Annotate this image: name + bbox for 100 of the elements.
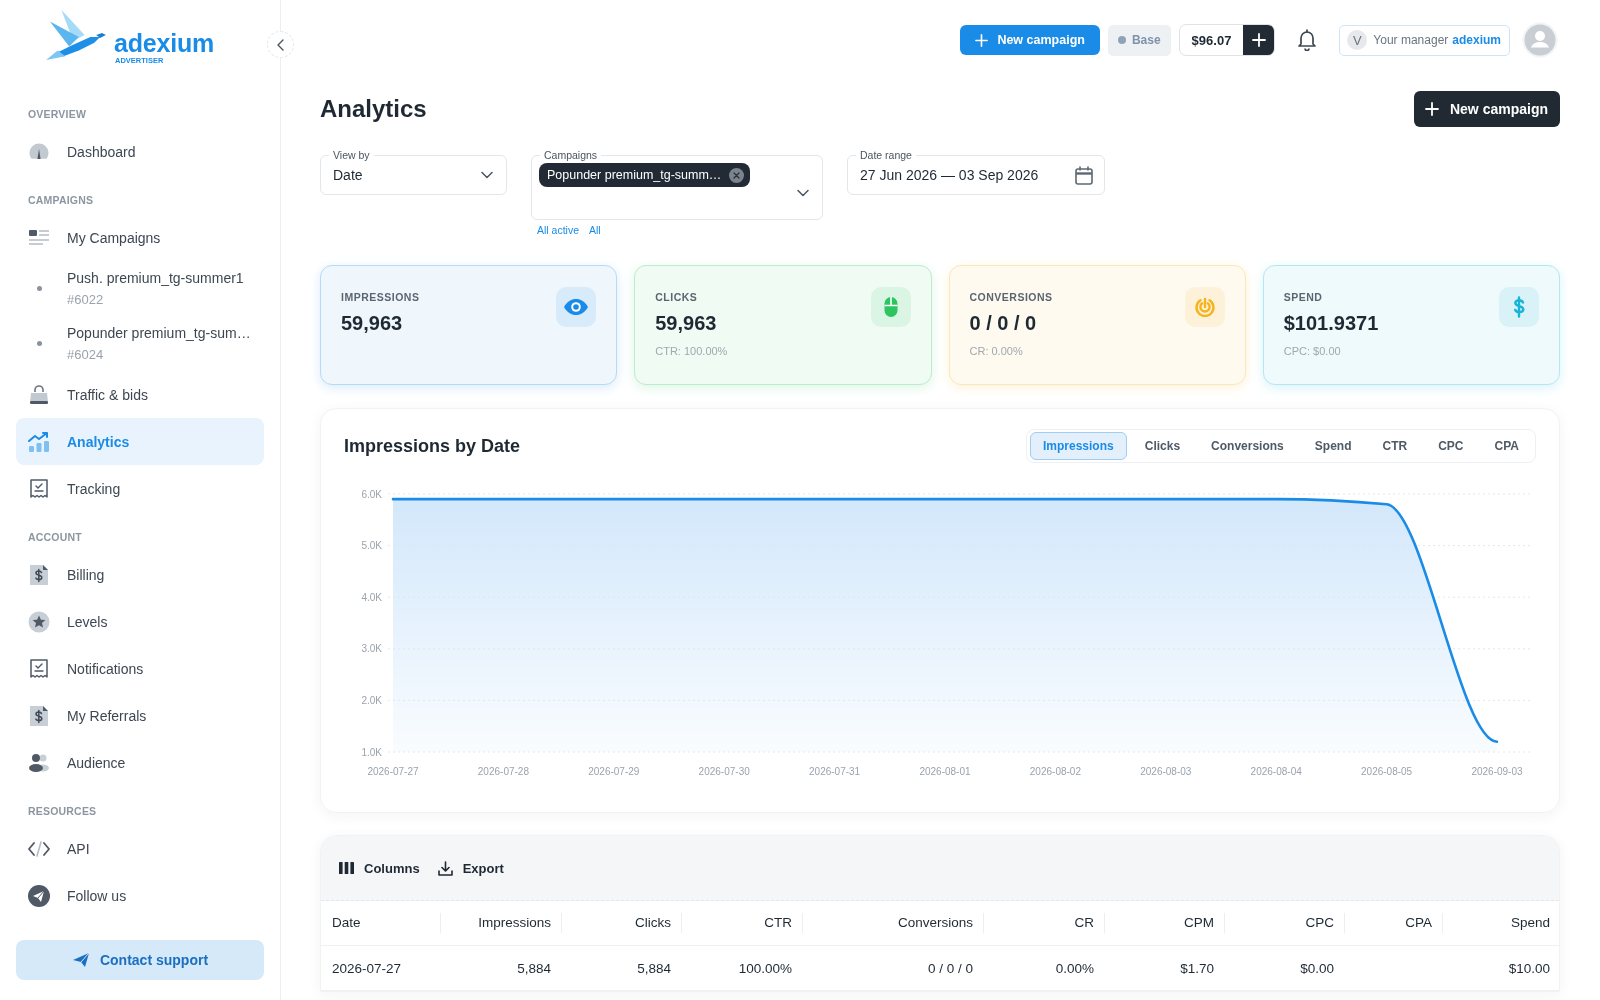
section-heading: RESOURCES	[27, 804, 98, 819]
section-heading: OVERVIEW	[27, 107, 87, 122]
x-axis-label: 2026-07-31	[809, 766, 861, 777]
table-cell-text: 0 / 0 / 0	[926, 960, 974, 976]
columns-icon	[339, 862, 354, 874]
status-dot-icon	[1117, 36, 1126, 44]
gauge-icon	[29, 143, 49, 160]
campaign-id: #6022	[67, 292, 105, 307]
send-icon	[28, 884, 50, 907]
manager-button[interactable]: V Your manager adexium	[1339, 24, 1510, 56]
bar-chart-icon	[28, 430, 50, 453]
column-header: Conversions	[803, 901, 984, 945]
x-axis-label: 2026-07-30	[698, 766, 750, 777]
plan-name: Base	[1131, 33, 1161, 47]
column-header: Date	[321, 901, 441, 945]
users-icon	[28, 752, 50, 773]
column-header: CTR	[682, 901, 803, 945]
balance-amount: $96.07	[1190, 31, 1233, 50]
new-campaign-button[interactable]: New campaign	[960, 25, 1100, 55]
sidebar-item[interactable]: My Referrals	[0, 692, 280, 739]
x-axis-label: 2026-08-04	[1250, 766, 1302, 777]
stat-value: 59,963	[341, 312, 404, 335]
sidebar-item[interactable]: API	[0, 825, 280, 872]
sidebar-item[interactable]: Push. premium_tg-summer1 #6022	[0, 261, 280, 316]
contact-support-button[interactable]: Contact support	[16, 940, 264, 980]
metric-tab[interactable]: CPC	[1425, 432, 1477, 460]
close-icon[interactable]	[729, 167, 745, 183]
column-header: Spend	[1509, 914, 1551, 932]
sidebar-item[interactable]: Dashboard	[0, 128, 280, 175]
plus-icon	[1424, 102, 1439, 116]
sidebar-item[interactable]: Billing	[0, 551, 280, 598]
column-header: CPA	[1345, 901, 1443, 945]
view-by-select[interactable]: View by Date	[320, 148, 507, 195]
metric-tab[interactable]: CPA	[1481, 432, 1532, 460]
table-cell-text: $0.00	[1299, 960, 1335, 976]
notifications-bell-icon[interactable]	[1297, 29, 1318, 51]
x-axis-label: 2026-08-03	[1140, 766, 1192, 777]
paper-plane-icon	[71, 952, 90, 968]
calendar-icon	[1075, 165, 1093, 185]
sidebar-item[interactable]: Tracking	[0, 465, 280, 512]
chevron-left-icon	[277, 38, 284, 51]
y-axis-label: 5.0K	[361, 540, 382, 552]
mouse-icon	[870, 287, 911, 327]
campaign-chip[interactable]: Popunder premium_tg-summ…	[539, 163, 751, 187]
section-heading: ACCOUNT	[27, 530, 83, 545]
receipt-check-icon	[29, 657, 49, 680]
stat-label: CLICKS	[655, 291, 699, 303]
sidebar-item[interactable]: Traffic & bids	[0, 371, 280, 418]
stat-label: CONVERSIONS	[969, 291, 1053, 303]
logo-wordmark: adexium	[114, 30, 215, 56]
new-campaign-button[interactable]: New campaign	[1413, 91, 1560, 127]
x-axis-label: 2026-07-29	[588, 766, 640, 777]
sidebar-item[interactable]: My Campaigns	[0, 214, 280, 261]
manager-avatar: V	[1347, 30, 1368, 50]
collapse-sidebar-button[interactable]	[267, 31, 294, 58]
field-label: Campaigns	[540, 148, 602, 162]
plus-icon	[1251, 33, 1266, 47]
field-label: Date range	[856, 148, 916, 162]
export-button[interactable]: Export	[437, 860, 504, 876]
stat-note: CR: 0.00%	[969, 345, 1024, 357]
power-icon	[1184, 287, 1225, 327]
x-axis-label: 2026-08-05	[1361, 766, 1413, 777]
bird-logo-icon	[44, 8, 106, 62]
metric-tab[interactable]: Spend	[1301, 432, 1365, 460]
page-title: Analytics	[320, 95, 427, 123]
column-header: Clicks	[562, 901, 682, 945]
chart-title: Impressions by Date	[344, 435, 521, 457]
field-label: View by	[329, 148, 374, 162]
y-axis-label: 1.0K	[361, 746, 382, 758]
metric-tab[interactable]: CTR	[1369, 432, 1421, 460]
chevron-down-icon	[481, 171, 493, 179]
column-header: CPC	[1225, 901, 1345, 945]
eye-icon	[556, 287, 597, 327]
sidebar-item[interactable]: Notifications	[0, 645, 280, 692]
stat-label: SPEND	[1283, 291, 1324, 303]
shopping-bag-icon	[28, 383, 50, 406]
columns-button[interactable]: Columns	[339, 860, 420, 876]
filter-link[interactable]: All	[589, 222, 601, 238]
receipt-check-icon	[29, 477, 49, 500]
table-cell-text: 2026-07-27	[331, 960, 403, 976]
column-header: CPM	[1105, 901, 1225, 945]
date-range-field[interactable]: Date range 27 Jun 2026 — 03 Sep 2026	[847, 148, 1105, 195]
sidebar-item[interactable]: Follow us	[0, 872, 280, 919]
table-cell-text: $1.70	[1179, 960, 1215, 976]
filter-link[interactable]: All active	[537, 222, 579, 238]
sidebar-item[interactable]: Popunder premium_tg-sum… #6024	[0, 316, 280, 371]
stat-value: 59,963	[655, 312, 718, 335]
x-axis-label: 2026-08-02	[1029, 766, 1081, 777]
metric-tab[interactable]: Conversions	[1198, 432, 1297, 460]
download-icon	[437, 860, 453, 876]
campaigns-select[interactable]: Campaigns Popunder premium_tg-summ…	[531, 148, 823, 220]
campaign-id: #6024	[67, 347, 105, 362]
y-axis-label: 6.0K	[361, 488, 382, 500]
metric-tab[interactable]: Clicks	[1131, 432, 1194, 460]
table-cell-text: 5,884	[516, 960, 552, 976]
sidebar-item[interactable]: Levels	[0, 598, 280, 645]
add-funds-button[interactable]	[1243, 25, 1275, 55]
table-cell-text: $10.00	[1507, 960, 1551, 976]
x-axis-label: 2026-08-01	[919, 766, 971, 777]
sidebar-item[interactable]: Audience	[0, 739, 280, 786]
